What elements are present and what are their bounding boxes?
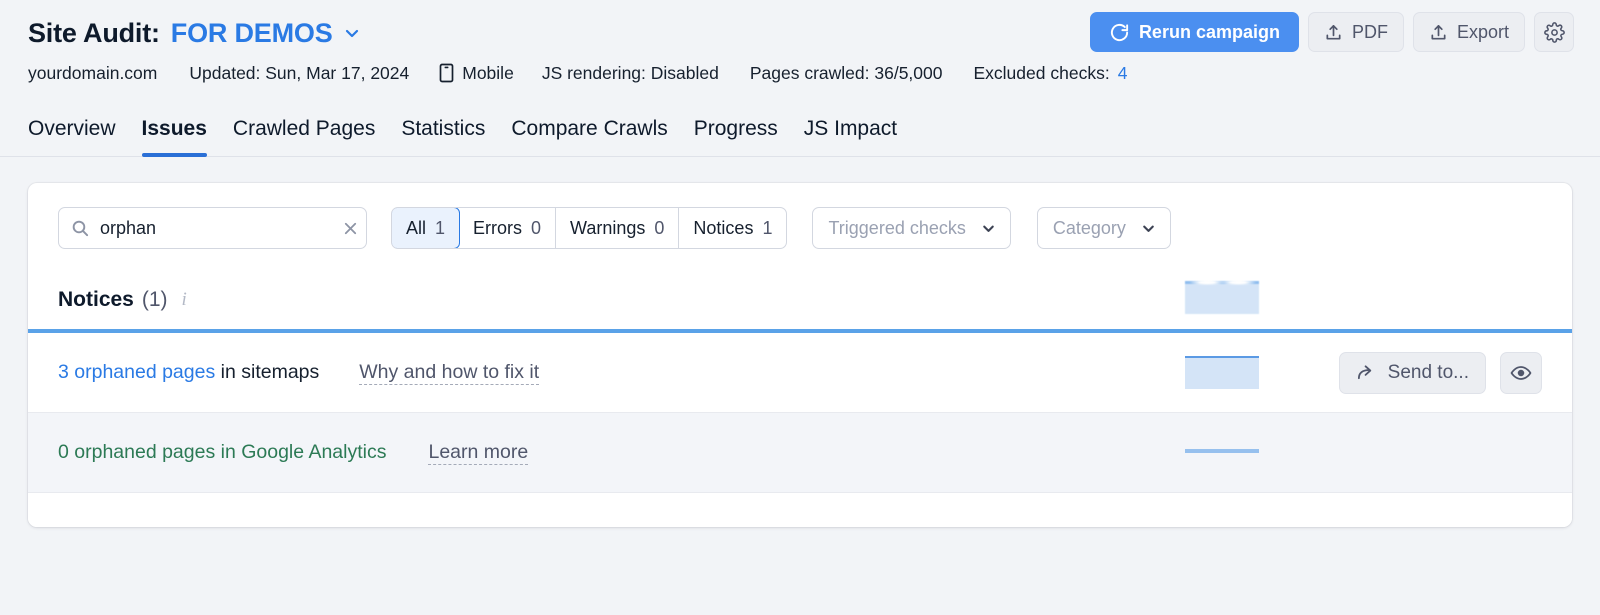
triggered-checks-dropdown[interactable]: Triggered checks xyxy=(812,207,1011,249)
issue-link[interactable]: 3 orphaned pages xyxy=(58,361,215,383)
tab-statistics[interactable]: Statistics xyxy=(401,117,485,153)
row-actions: Send to... xyxy=(1338,351,1542,394)
pdf-label: PDF xyxy=(1351,21,1388,42)
send-to-label: Send to... xyxy=(1387,361,1469,383)
mobile-icon xyxy=(439,63,454,83)
meta-excluded-count[interactable]: 4 xyxy=(1118,63,1128,84)
triggered-checks-label: Triggered checks xyxy=(828,217,966,238)
eye-icon xyxy=(1510,362,1532,384)
issue-sparkline xyxy=(1185,356,1259,389)
gear-icon xyxy=(1543,21,1565,43)
table-row[interactable]: 0 orphaned pages in Google Analytics Lea… xyxy=(28,413,1572,493)
meta-js-rendering: JS rendering: Disabled xyxy=(541,62,719,83)
meta-domain: yourdomain.com xyxy=(28,62,158,83)
chevron-down-icon xyxy=(980,220,997,237)
nav-tabs: Overview Issues Crawled Pages Statistics… xyxy=(28,109,1572,157)
segment-notices-label: Notices xyxy=(693,217,754,238)
meta-device-label: Mobile xyxy=(462,62,514,83)
refresh-icon xyxy=(1109,22,1130,43)
learn-more-link[interactable]: Learn more xyxy=(428,440,529,466)
tab-progress[interactable]: Progress xyxy=(694,117,778,153)
upload-icon xyxy=(1429,23,1448,42)
tab-crawled-pages[interactable]: Crawled Pages xyxy=(233,117,375,153)
table-row[interactable]: 3 orphaned pages in sitemaps Why and how… xyxy=(28,333,1572,413)
issue-title[interactable]: 0 orphaned pages in Google Analytics xyxy=(58,441,386,464)
segment-warnings-label: Warnings xyxy=(570,217,646,238)
header-actions: Rerun campaign PDF Export xyxy=(1089,12,1574,52)
segment-errors-count: 0 xyxy=(531,217,542,238)
segment-errors-label: Errors xyxy=(473,217,523,238)
settings-button[interactable] xyxy=(1534,12,1574,52)
section-title: Notices xyxy=(58,288,134,311)
why-and-how-to-fix-it-link[interactable]: Why and how to fix it xyxy=(359,360,540,386)
view-issue-button[interactable] xyxy=(1500,351,1542,394)
meta-excluded-checks: Excluded checks: 4 xyxy=(974,63,1128,84)
issue-sparkline xyxy=(1185,449,1259,453)
nav-tabs-wrap: Overview Issues Crawled Pages Statistics… xyxy=(0,109,1600,157)
export-label: Export xyxy=(1456,21,1509,42)
chevron-down-icon[interactable] xyxy=(342,23,362,43)
meta-pages-crawled: Pages crawled: 36/5,000 xyxy=(749,62,943,83)
page-header: Site Audit: FOR DEMOS Rerun campaign PDF xyxy=(0,0,1600,90)
share-arrow-icon xyxy=(1356,362,1377,383)
segment-warnings[interactable]: Warnings 0 xyxy=(556,208,680,248)
segment-all-count: 1 xyxy=(435,217,446,238)
tabs-divider xyxy=(0,156,1600,157)
send-to-button[interactable]: Send to... xyxy=(1338,351,1486,394)
meta-excluded-label: Excluded checks: xyxy=(973,62,1110,83)
category-label: Category xyxy=(1052,217,1126,238)
segment-notices-count: 1 xyxy=(762,217,773,238)
meta-device: Mobile xyxy=(439,63,514,84)
issue-rest: in sitemaps xyxy=(215,361,320,383)
campaign-name[interactable]: FOR DEMOS xyxy=(171,18,333,49)
tab-overview[interactable]: Overview xyxy=(28,117,116,153)
segment-all-label: All xyxy=(406,217,427,238)
segment-notices[interactable]: Notices 1 xyxy=(679,208,786,248)
issue-title: 3 orphaned pages in sitemaps xyxy=(58,361,319,384)
chevron-down-icon xyxy=(1140,220,1157,237)
notices-section-header: Notices (1) i xyxy=(28,271,1572,329)
section-count: (1) xyxy=(141,288,168,311)
export-button[interactable]: Export xyxy=(1412,12,1525,52)
filter-bar: All 1 Errors 0 Warnings 0 Notices 1 Trig… xyxy=(28,183,1572,271)
upload-icon xyxy=(1324,23,1343,42)
search-input[interactable] xyxy=(100,217,332,239)
tab-issues[interactable]: Issues xyxy=(141,117,208,157)
tab-js-impact[interactable]: JS Impact xyxy=(804,117,897,153)
segment-errors[interactable]: Errors 0 xyxy=(459,208,557,248)
issues-card: All 1 Errors 0 Warnings 0 Notices 1 Trig… xyxy=(28,183,1572,527)
segment-warnings-count: 0 xyxy=(654,217,665,238)
info-icon[interactable]: i xyxy=(182,289,187,311)
meta-updated: Updated: Sun, Mar 17, 2024 xyxy=(189,62,410,83)
segment-all[interactable]: All 1 xyxy=(392,208,461,248)
page-title: Site Audit: xyxy=(28,17,160,48)
campaign-meta: yourdomain.com Updated: Sun, Mar 17, 202… xyxy=(28,56,1572,90)
tab-compare-crawls[interactable]: Compare Crawls xyxy=(511,117,667,153)
search-icon xyxy=(71,219,90,238)
rerun-campaign-button[interactable]: Rerun campaign xyxy=(1089,12,1299,52)
search-box[interactable] xyxy=(58,207,367,249)
close-icon[interactable] xyxy=(342,220,359,237)
pdf-button[interactable]: PDF xyxy=(1307,12,1404,52)
severity-segmented-control: All 1 Errors 0 Warnings 0 Notices 1 xyxy=(391,207,788,249)
section-sparkline xyxy=(1185,279,1259,314)
card-footer xyxy=(28,493,1572,527)
category-dropdown[interactable]: Category xyxy=(1036,207,1171,249)
rerun-campaign-label: Rerun campaign xyxy=(1138,21,1280,42)
